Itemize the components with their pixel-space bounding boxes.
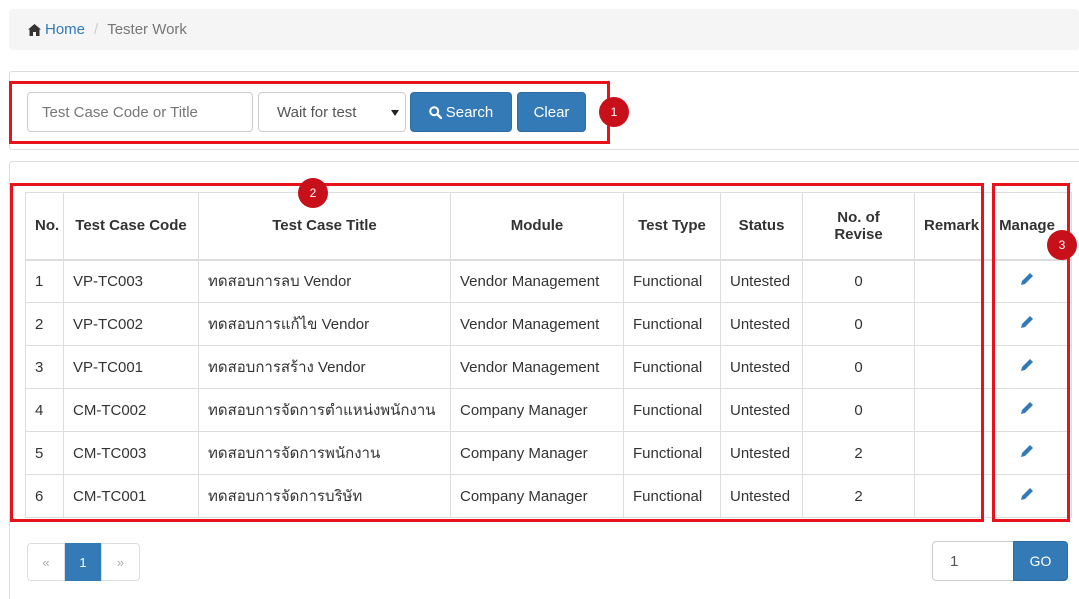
cell-type: Functional <box>623 431 721 475</box>
edit-icon[interactable] <box>1020 358 1034 372</box>
annotation-marker-1: 1 <box>599 97 629 127</box>
header-revise: No. of Revise <box>802 192 915 261</box>
pagination: « 1 » <box>27 543 140 581</box>
cell-type: Functional <box>623 345 721 389</box>
pagination-prev[interactable]: « <box>27 543 65 581</box>
cell-code: VP-TC003 <box>63 259 199 303</box>
header-code: Test Case Code <box>63 192 199 261</box>
cell-revise: 0 <box>802 259 915 303</box>
cell-status: Untested <box>720 474 803 518</box>
table-row: 3 VP-TC001 ทดสอบการสร้าง Vendor Vendor M… <box>25 345 1072 389</box>
cell-status: Untested <box>720 302 803 346</box>
cell-status: Untested <box>720 345 803 389</box>
cell-manage <box>982 474 1072 518</box>
cell-status: Untested <box>720 431 803 475</box>
cell-module: Company Manager <box>450 431 624 475</box>
clear-button[interactable]: Clear <box>517 92 586 132</box>
cell-module: Vendor Management <box>450 259 624 303</box>
cell-code: CM-TC002 <box>63 388 199 432</box>
edit-icon[interactable] <box>1020 315 1034 329</box>
cell-title: ทดสอบการลบ Vendor <box>198 259 451 303</box>
header-no: No. <box>25 192 64 261</box>
cell-code: VP-TC001 <box>63 345 199 389</box>
pagination-page-1[interactable]: 1 <box>65 543 101 581</box>
search-button-label: Search <box>445 103 494 121</box>
cell-module: Vendor Management <box>450 345 624 389</box>
cell-type: Functional <box>623 259 721 303</box>
cell-remark <box>914 259 983 303</box>
cell-module: Company Manager <box>450 388 624 432</box>
annotation-marker-2: 2 <box>298 178 328 208</box>
header-status: Status <box>720 192 803 261</box>
cell-remark <box>914 474 983 518</box>
status-select[interactable]: Wait for test <box>258 92 406 132</box>
search-icon <box>428 105 442 119</box>
search-button[interactable]: Search <box>410 92 512 132</box>
cell-revise: 2 <box>802 431 915 475</box>
cell-module: Vendor Management <box>450 302 624 346</box>
cell-type: Functional <box>623 474 721 518</box>
breadcrumb-current: Tester Work <box>107 21 187 38</box>
search-input[interactable] <box>27 92 253 132</box>
pagination-next[interactable]: » <box>101 543 140 581</box>
goto-page-input[interactable] <box>932 541 1014 581</box>
table-row: 2 VP-TC002 ทดสอบการแก้ไข Vendor Vendor M… <box>25 302 1072 346</box>
edit-icon[interactable] <box>1020 272 1034 286</box>
cell-no: 3 <box>25 345 64 389</box>
annotation-marker-3: 3 <box>1047 230 1077 260</box>
cell-remark <box>914 302 983 346</box>
clear-button-label: Clear <box>533 103 570 121</box>
cell-manage <box>982 388 1072 432</box>
cell-title: ทดสอบการจัดการบริษัท <box>198 474 451 518</box>
status-select-value: Wait for test <box>277 103 357 121</box>
edit-icon[interactable] <box>1020 487 1034 501</box>
cell-no: 6 <box>25 474 64 518</box>
caret-down-icon <box>391 110 399 116</box>
header-module: Module <box>450 192 624 261</box>
cell-no: 2 <box>25 302 64 346</box>
cell-no: 4 <box>25 388 64 432</box>
table-header-row: No. Test Case Code Test Case Title Modul… <box>25 192 1072 261</box>
cell-code: VP-TC002 <box>63 302 199 346</box>
header-test-type: Test Type <box>623 192 721 261</box>
cell-status: Untested <box>720 388 803 432</box>
edit-icon[interactable] <box>1020 401 1034 415</box>
cell-manage <box>982 345 1072 389</box>
cell-title: ทดสอบการจัดการพนักงาน <box>198 431 451 475</box>
cell-type: Functional <box>623 302 721 346</box>
cell-module: Company Manager <box>450 474 624 518</box>
cell-status: Untested <box>720 259 803 303</box>
table-row: 5 CM-TC003 ทดสอบการจัดการพนักงาน Company… <box>25 431 1072 475</box>
breadcrumb: Home / Tester Work <box>9 9 1079 50</box>
cell-remark <box>914 431 983 475</box>
cell-no: 5 <box>25 431 64 475</box>
breadcrumb-home-link[interactable]: Home <box>45 21 85 38</box>
table-row: 6 CM-TC001 ทดสอบการจัดการบริษัท Company … <box>25 474 1072 518</box>
cell-revise: 0 <box>802 388 915 432</box>
header-remark: Remark <box>914 192 983 261</box>
cell-remark <box>914 388 983 432</box>
cell-manage <box>982 431 1072 475</box>
cell-revise: 2 <box>802 474 915 518</box>
cell-code: CM-TC001 <box>63 474 199 518</box>
test-case-table: No. Test Case Code Test Case Title Modul… <box>25 192 1072 518</box>
breadcrumb-separator: / <box>94 21 99 38</box>
go-button[interactable]: GO <box>1013 541 1068 581</box>
table-row: 4 CM-TC002 ทดสอบการจัดการตำแหน่งพนักงาน … <box>25 388 1072 432</box>
cell-title: ทดสอบการจัดการตำแหน่งพนักงาน <box>198 388 451 432</box>
cell-manage <box>982 259 1072 303</box>
cell-code: CM-TC003 <box>63 431 199 475</box>
cell-no: 1 <box>25 259 64 303</box>
cell-revise: 0 <box>802 345 915 389</box>
edit-icon[interactable] <box>1020 444 1034 458</box>
cell-remark <box>914 345 983 389</box>
cell-title: ทดสอบการสร้าง Vendor <box>198 345 451 389</box>
cell-type: Functional <box>623 388 721 432</box>
cell-title: ทดสอบการแก้ไข Vendor <box>198 302 451 346</box>
cell-revise: 0 <box>802 302 915 346</box>
cell-manage <box>982 302 1072 346</box>
home-icon <box>28 23 41 36</box>
table-row: 1 VP-TC003 ทดสอบการลบ Vendor Vendor Mana… <box>25 259 1072 303</box>
